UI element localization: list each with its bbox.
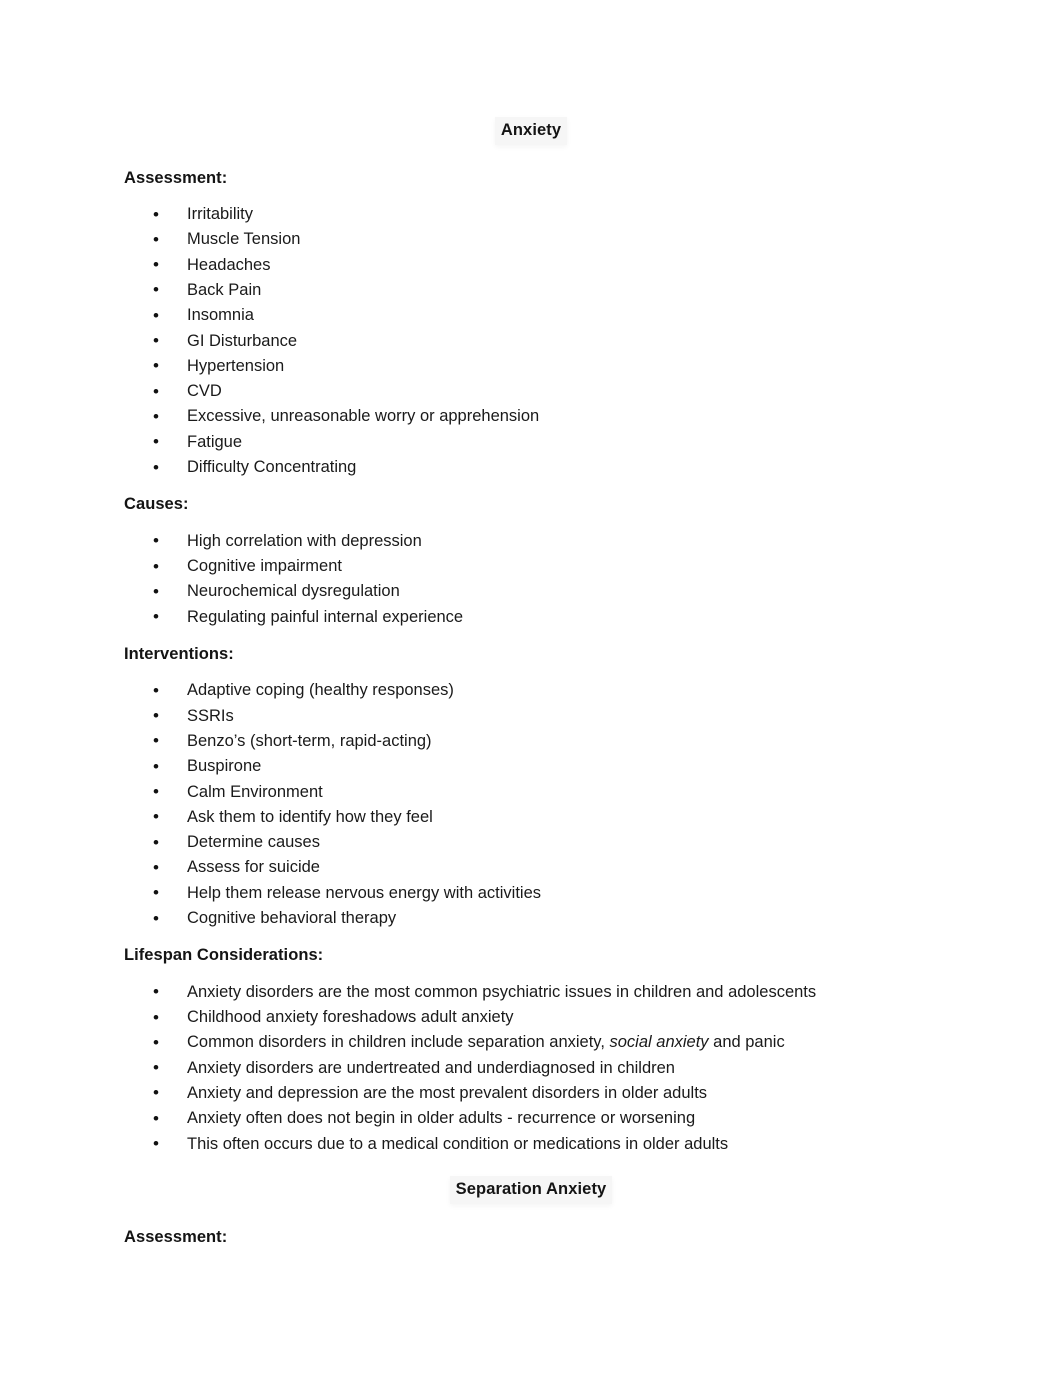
section-title-separation-anxiety: Separation Anxiety — [0, 1175, 1062, 1204]
list-item: GI Disturbance — [0, 328, 1062, 354]
list-item: Cognitive impairment — [0, 554, 1062, 580]
list-item: Assess for suicide — [0, 855, 1062, 881]
group-heading: Assessment: — [124, 1227, 228, 1246]
list-item: CVD — [0, 379, 1062, 405]
list-item: Help them release nervous energy with ac… — [0, 880, 1062, 906]
list-item: Buspirone — [0, 754, 1062, 780]
group-heading: Interventions: — [124, 644, 234, 663]
list-item: Irritability — [0, 202, 1062, 228]
section-title-text: Separation Anxiety — [449, 1175, 613, 1204]
bullet-list: High correlation with depressionCognitiv… — [0, 528, 1062, 630]
list-item-text: Common disorders in children include sep… — [187, 1033, 610, 1052]
list-item: Regulating painful internal experience — [0, 604, 1062, 630]
list-item: SSRIs — [0, 703, 1062, 729]
list-item: Fatigue — [0, 429, 1062, 455]
list-item: Hypertension — [0, 353, 1062, 379]
list-item: Benzo’s (short-term, rapid-acting) — [0, 728, 1062, 754]
list-item-text: and panic — [708, 1033, 785, 1052]
list-item: Calm Environment — [0, 779, 1062, 805]
list-item: Excessive, unreasonable worry or apprehe… — [0, 404, 1062, 430]
list-item: Determine causes — [0, 830, 1062, 856]
list-item: Muscle Tension — [0, 227, 1062, 253]
list-item: Headaches — [0, 252, 1062, 278]
list-item: Childhood anxiety foreshadows adult anxi… — [0, 1005, 1062, 1031]
list-item: This often occurs due to a medical condi… — [0, 1131, 1062, 1157]
section-title-text: Anxiety — [494, 117, 568, 145]
list-item: Common disorders in children include sep… — [0, 1030, 1062, 1056]
group-heading: Assessment: — [124, 168, 228, 187]
list-item: Neurochemical dysregulation — [0, 579, 1062, 605]
list-item: Adaptive coping (healthy responses) — [0, 678, 1062, 704]
list-item: Difficulty Concentrating — [0, 455, 1062, 481]
emphasized-text: social anxiety — [609, 1033, 709, 1052]
list-item: Insomnia — [0, 303, 1062, 329]
list-item: Anxiety disorders are the most common ps… — [0, 979, 1062, 1005]
bullet-list: IrritabilityMuscle TensionHeadachesBack … — [0, 202, 1062, 481]
list-item: Anxiety and depression are the most prev… — [0, 1080, 1062, 1106]
document-page: Anxiety Assessment: IrritabilityMuscle Ten… — [0, 0, 1062, 1377]
section-title-anxiety: Anxiety — [0, 117, 1062, 145]
group-heading: Causes: — [124, 495, 189, 514]
bullet-list: Anxiety disorders are the most common ps… — [0, 979, 1062, 1157]
list-item: Back Pain — [0, 277, 1062, 303]
document-body: Anxiety Assessment: IrritabilityMuscle Ten… — [0, 0, 1062, 1248]
list-item: Ask them to identify how they feel — [0, 804, 1062, 830]
group-heading: Lifespan Considerations: — [124, 946, 324, 965]
list-item: Anxiety disorders are undertreated and u… — [0, 1055, 1062, 1081]
bullet-list: Adaptive coping (healthy responses)SSRIs… — [0, 678, 1062, 931]
list-item: Anxiety often does not begin in older ad… — [0, 1106, 1062, 1132]
list-item: Cognitive behavioral therapy — [0, 906, 1062, 932]
list-item: High correlation with depression — [0, 528, 1062, 554]
